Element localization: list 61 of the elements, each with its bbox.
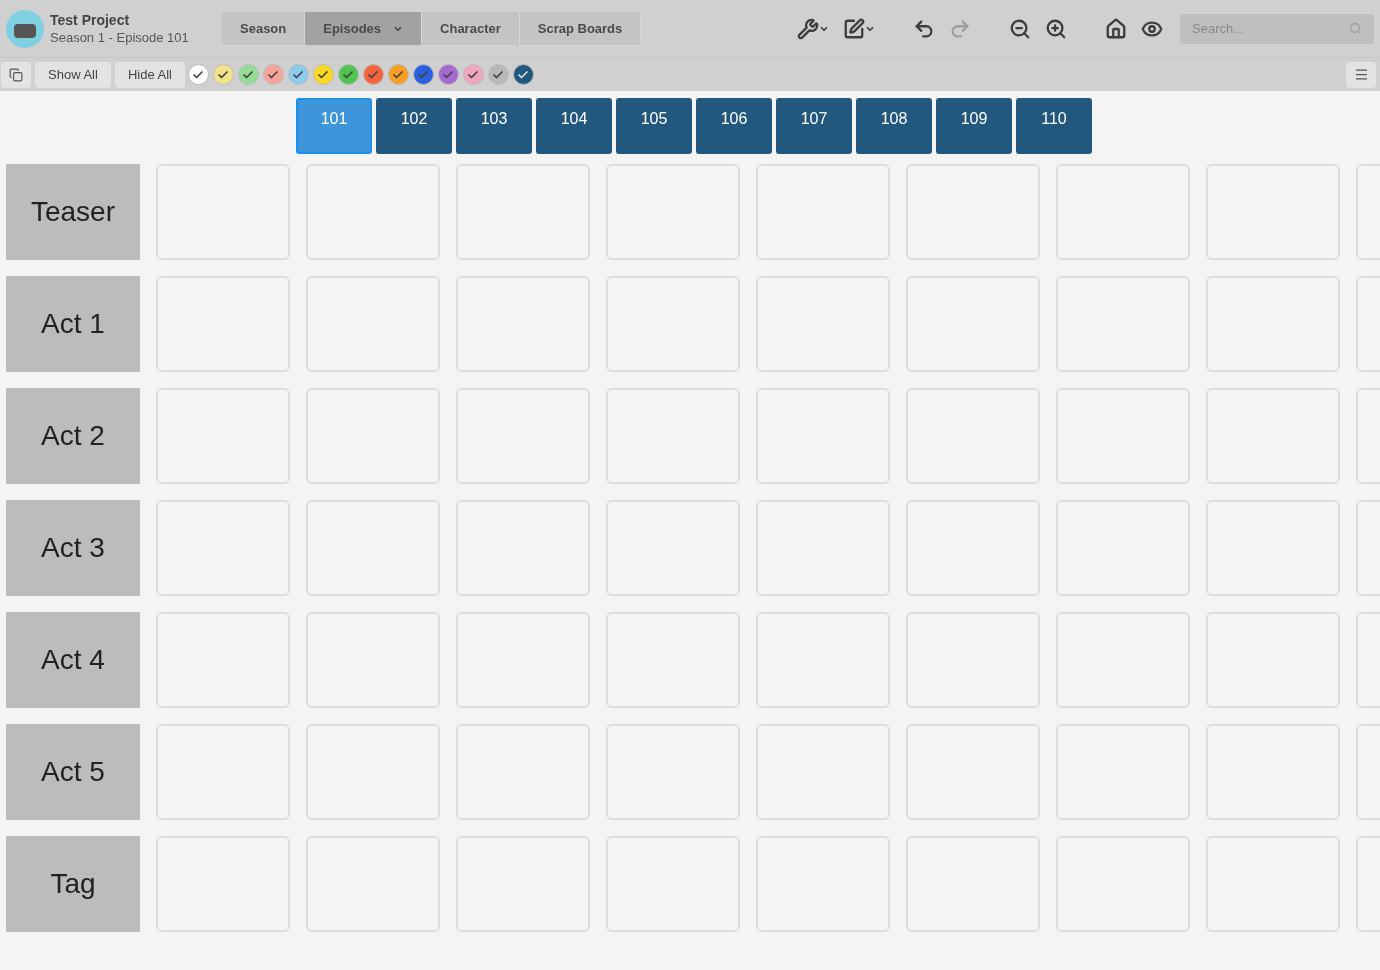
copy-button[interactable]: [1, 61, 31, 88]
act-label: Act 4: [6, 612, 140, 708]
color-filter-toggle[interactable]: [212, 64, 234, 85]
act-label: Act 3: [6, 500, 140, 596]
undo-icon: [913, 17, 935, 40]
episode-tab[interactable]: 105: [616, 98, 692, 154]
check-icon: [492, 68, 505, 81]
color-filter-toggle[interactable]: [512, 64, 534, 85]
check-icon: [467, 68, 480, 81]
menu-icon: [1353, 67, 1369, 82]
check-icon: [417, 68, 430, 81]
episode-tab[interactable]: 103: [456, 98, 532, 154]
check-icon: [242, 68, 255, 81]
episode-tab[interactable]: 102: [376, 98, 452, 154]
project-title: Test Project: [50, 10, 131, 29]
filter-button[interactable]: Show All: [35, 61, 111, 88]
zoom-in-icon: [1045, 17, 1067, 40]
color-filter-toggle[interactable]: [187, 64, 209, 85]
color-filter-toggle[interactable]: [487, 64, 509, 85]
episode-tab[interactable]: 107: [776, 98, 852, 154]
check-icon: [392, 68, 405, 81]
color-filter-toggle[interactable]: [262, 64, 284, 85]
act-label: Act 2: [6, 388, 140, 484]
wrench-icon: [797, 17, 819, 40]
color-filter-toggle[interactable]: [462, 64, 484, 85]
copy-icon: [9, 67, 23, 82]
act-label: Act 1: [6, 276, 140, 372]
episode-tab[interactable]: 106: [696, 98, 772, 154]
filter-button[interactable]: Hide All: [114, 61, 185, 88]
episode-tab[interactable]: 109: [936, 98, 1012, 154]
color-filter-toggle[interactable]: [337, 64, 359, 85]
check-icon: [267, 68, 280, 81]
check-icon: [292, 68, 305, 81]
color-filter-toggle[interactable]: [237, 64, 259, 85]
act-label: Tag: [6, 836, 140, 932]
check-icon: [367, 68, 380, 81]
project-avatar: [6, 9, 44, 48]
check-icon: [517, 68, 530, 81]
check-icon: [342, 68, 355, 81]
check-icon: [442, 68, 455, 81]
check-icon: [317, 68, 330, 81]
menu-button[interactable]: [1346, 61, 1376, 88]
check-icon: [192, 68, 205, 81]
act-label: Act 5: [6, 724, 140, 820]
edit-icon: [843, 17, 865, 40]
color-filter-toggle[interactable]: [437, 64, 459, 85]
project-subtitle: Season 1 - Episode 101: [50, 28, 190, 47]
act-label: Teaser: [6, 164, 140, 260]
color-filter-toggle[interactable]: [362, 64, 384, 85]
color-filter-toggle[interactable]: [412, 64, 434, 85]
home-icon: [1105, 17, 1127, 40]
color-filter-toggle[interactable]: [287, 64, 309, 85]
color-filter-toggle[interactable]: [312, 64, 334, 85]
zoom-out-icon: [1009, 17, 1031, 40]
search-icon: [1349, 21, 1362, 35]
episode-tab[interactable]: 108: [856, 98, 932, 154]
redo-icon: [949, 17, 971, 40]
episode-tab[interactable]: 104: [536, 98, 612, 154]
episode-tab[interactable]: 110: [1016, 98, 1092, 154]
check-icon: [217, 68, 230, 81]
color-filter-toggle[interactable]: [387, 64, 409, 85]
